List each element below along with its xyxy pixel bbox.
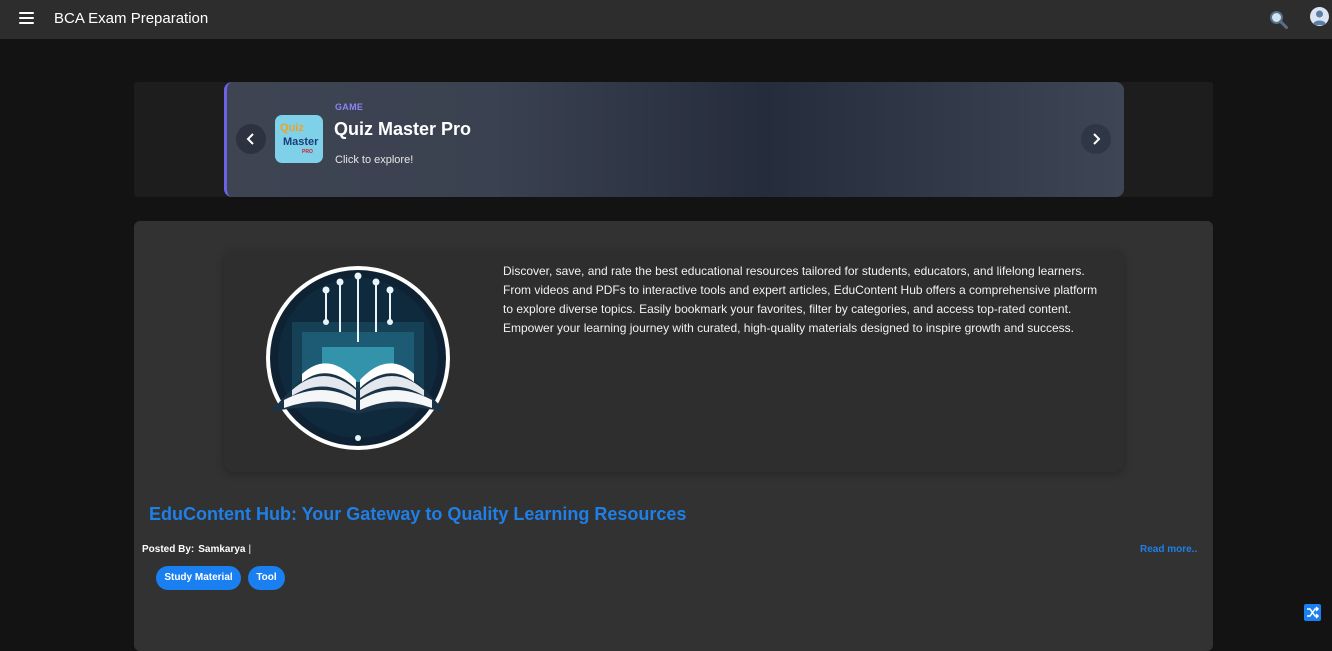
carousel-prev-button[interactable] bbox=[236, 124, 266, 154]
app-title: BCA Exam Preparation bbox=[54, 10, 209, 27]
promo-category: GAME bbox=[335, 102, 364, 112]
post-author[interactable]: Samkarya bbox=[198, 544, 245, 555]
posted-by: Posted By: Samkarya | bbox=[142, 544, 251, 555]
quiz-master-app-icon: Quiz Master PRO bbox=[275, 115, 323, 163]
app-icon-text-1: Quiz bbox=[280, 122, 304, 134]
tag-study-material[interactable]: Study Material bbox=[156, 566, 241, 590]
promo-title[interactable]: Quiz Master Pro bbox=[334, 119, 471, 140]
promo-subtitle: Click to explore! bbox=[335, 154, 414, 166]
app-icon-text-2: Master bbox=[283, 136, 319, 148]
open-book-logo-icon bbox=[266, 266, 450, 450]
hamburger-menu-icon[interactable] bbox=[19, 12, 35, 26]
read-more-link[interactable]: Read more.. bbox=[1140, 544, 1197, 555]
carousel-next-button[interactable] bbox=[1081, 124, 1111, 154]
posted-by-label: Posted By: bbox=[142, 544, 195, 555]
chevron-left-icon bbox=[246, 133, 254, 145]
tag-tool[interactable]: Tool bbox=[248, 566, 285, 590]
post-description: Discover, save, and rate the best educat… bbox=[503, 264, 1098, 335]
search-icon[interactable] bbox=[1268, 9, 1290, 31]
post-title-link[interactable]: EduContent Hub: Your Gateway to Quality … bbox=[149, 504, 686, 525]
chevron-right-icon bbox=[1093, 133, 1101, 145]
meta-separator: | bbox=[248, 544, 252, 555]
app-icon-text-3: PRO bbox=[302, 149, 313, 155]
shuffle-icon[interactable] bbox=[1304, 604, 1321, 621]
user-avatar-icon[interactable] bbox=[1310, 7, 1329, 26]
